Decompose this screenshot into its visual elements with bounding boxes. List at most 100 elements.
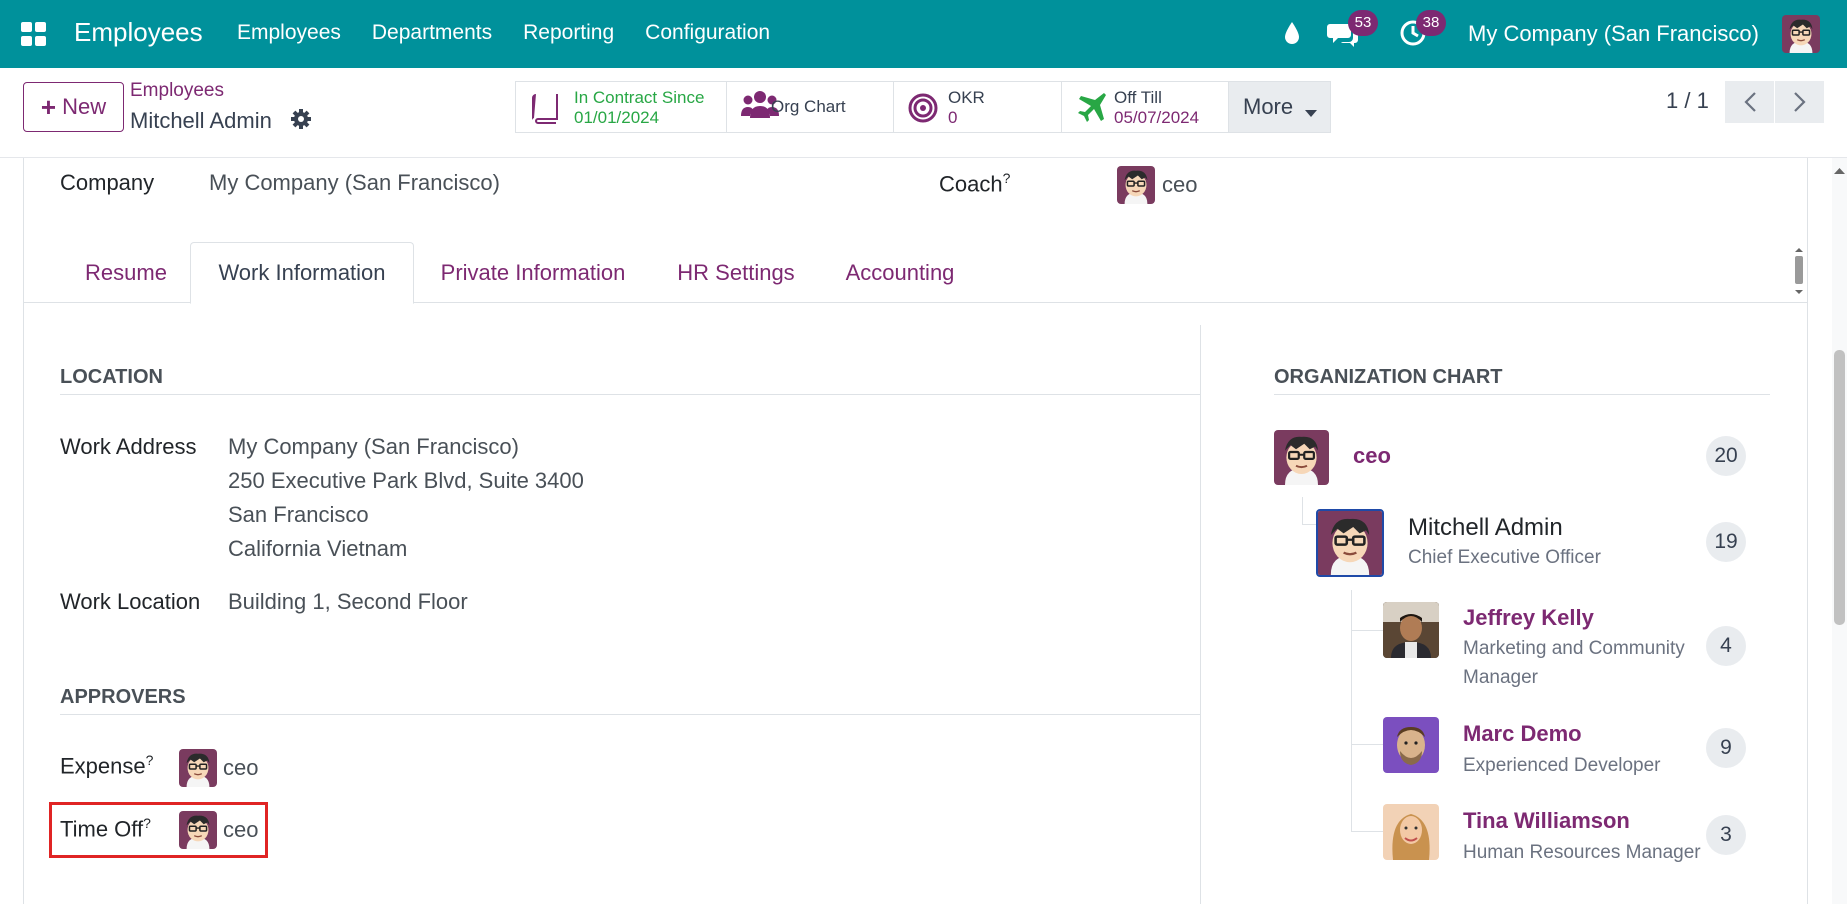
main-menu: Employees Departments Reporting Configur… — [237, 21, 770, 45]
company-field-value[interactable]: My Company (San Francisco) — [209, 170, 500, 196]
okr-value: 0 — [948, 108, 958, 127]
address-line-3: San Francisco — [228, 502, 369, 527]
gear-icon[interactable] — [290, 108, 312, 135]
plane-icon — [1076, 91, 1108, 128]
tree-line — [1302, 524, 1316, 525]
more-label: More — [1243, 94, 1294, 119]
self-job-title: Chief Executive Officer — [1408, 547, 1601, 568]
contract-label: In Contract Since — [574, 88, 705, 107]
address-line-1[interactable]: My Company (San Francisco) — [228, 434, 519, 460]
tab-private-information[interactable]: Private Information — [424, 242, 642, 303]
jeffrey-kelly-name[interactable]: Jeffrey Kelly — [1463, 605, 1594, 631]
okr-label: OKR — [948, 88, 985, 107]
tree-line — [1351, 590, 1352, 832]
manager-name[interactable]: ceo — [1353, 443, 1391, 469]
manager-avatar[interactable] — [1274, 430, 1329, 485]
chevron-left-icon — [1743, 92, 1756, 112]
work-location-value[interactable]: Building 1, Second Floor — [228, 589, 468, 615]
okr-smart-button[interactable]: OKR 0 — [893, 81, 1062, 133]
work-address-label: Work Address — [60, 434, 197, 459]
target-icon — [908, 93, 938, 128]
scroll-up-arrow-icon[interactable] — [1834, 162, 1845, 180]
tab-hr-settings[interactable]: HR Settings — [664, 242, 808, 303]
work-location-label: Work Location — [60, 589, 201, 614]
coach-avatar — [1117, 166, 1155, 204]
menu-configuration[interactable]: Configuration — [645, 21, 770, 45]
address-line-2: 250 Executive Park Blvd, Suite 3400 — [228, 468, 584, 493]
user-avatar[interactable] — [1782, 15, 1820, 53]
address-line-4: California Vietnam — [228, 536, 408, 561]
drop-icon[interactable] — [1283, 20, 1301, 51]
marc-demo-avatar[interactable] — [1383, 717, 1439, 773]
jeffrey-kelly-title-line1: Marketing and Community — [1463, 638, 1685, 659]
coach-field-value[interactable]: ceo — [1162, 172, 1197, 198]
more-dropdown-button[interactable]: More — [1228, 81, 1331, 133]
app-name[interactable]: Employees — [74, 17, 203, 48]
self-name: Mitchell Admin — [1408, 514, 1563, 541]
tab-accounting[interactable]: Accounting — [830, 242, 970, 303]
org-chart-smart-button[interactable]: Org Chart — [726, 81, 894, 133]
pager-previous-button[interactable] — [1725, 81, 1774, 123]
company-switcher[interactable]: My Company (San Francisco) — [1468, 21, 1759, 47]
location-divider — [60, 394, 1200, 395]
manager-subordinates-count[interactable]: 20 — [1706, 436, 1746, 476]
marc-demo-count[interactable]: 9 — [1706, 728, 1746, 768]
apps-menu-icon[interactable] — [21, 22, 46, 46]
expense-label-text: Expense — [60, 753, 146, 779]
org-chart-divider — [1274, 394, 1770, 395]
breadcrumb-current: Mitchell Admin — [130, 108, 272, 133]
expense-approver-avatar — [179, 749, 217, 787]
approvers-section-title: APPROVERS — [60, 686, 186, 708]
menu-departments[interactable]: Departments — [372, 21, 492, 45]
tree-line — [1302, 497, 1303, 525]
tabs-scrollbar[interactable] — [1793, 246, 1805, 296]
new-button-label: New — [62, 94, 107, 119]
tina-williamson-name[interactable]: Tina Williamson — [1463, 808, 1630, 834]
coach-label-text: Coach — [939, 171, 1003, 197]
jeffrey-kelly-title-line2: Manager — [1463, 667, 1538, 688]
highlight-box — [49, 802, 268, 858]
pager-value[interactable]: 1 / 1 — [1666, 88, 1709, 114]
tree-line — [1351, 630, 1383, 631]
tree-line — [1351, 744, 1383, 745]
menu-employees[interactable]: Employees — [237, 21, 341, 45]
jeffrey-kelly-avatar[interactable] — [1383, 602, 1439, 658]
approvers-divider — [60, 714, 1200, 715]
plus-icon: + — [40, 92, 57, 122]
marc-demo-name[interactable]: Marc Demo — [1463, 721, 1582, 747]
contract-smart-button[interactable]: In Contract Since 01/01/2024 — [515, 81, 727, 133]
location-section-title: LOCATION — [60, 366, 163, 388]
tab-resume[interactable]: Resume — [67, 242, 185, 303]
tab-work-information[interactable]: Work Information — [190, 242, 414, 304]
self-subordinates-count[interactable]: 19 — [1706, 522, 1746, 562]
self-avatar[interactable] — [1316, 509, 1384, 577]
coach-field-label: Coach? — [939, 170, 1010, 197]
book-icon — [530, 92, 560, 129]
top-navbar: Employees Employees Departments Reportin… — [0, 0, 1847, 68]
org-chart-label: Org Chart — [771, 97, 846, 116]
tree-line — [1351, 831, 1383, 832]
pager-next-button[interactable] — [1775, 81, 1824, 123]
org-chart-title: ORGANIZATION CHART — [1274, 366, 1503, 388]
help-mark[interactable]: ? — [146, 752, 154, 768]
tina-williamson-count[interactable]: 3 — [1706, 815, 1746, 855]
messages-count-badge: 53 — [1348, 10, 1378, 36]
time-off-smart-button[interactable]: Off Till 05/07/2024 — [1061, 81, 1229, 133]
help-mark[interactable]: ? — [1003, 170, 1011, 186]
contract-date: 01/01/2024 — [574, 108, 660, 127]
marc-demo-title: Experienced Developer — [1463, 755, 1661, 776]
breadcrumb-parent[interactable]: Employees — [130, 80, 224, 102]
tina-williamson-avatar[interactable] — [1383, 804, 1439, 860]
jeffrey-kelly-count[interactable]: 4 — [1706, 626, 1746, 666]
off-till-date: 05/07/2024 — [1114, 108, 1200, 127]
control-panel: + New Employees Mitchell Admin In Contrac… — [0, 68, 1847, 158]
new-button[interactable]: + New — [23, 82, 124, 132]
page-scrollbar-thumb[interactable] — [1834, 350, 1845, 625]
menu-reporting[interactable]: Reporting — [523, 21, 614, 45]
off-till-label: Off Till — [1114, 88, 1162, 107]
column-divider — [1200, 325, 1201, 904]
expense-approver-value[interactable]: ceo — [223, 755, 258, 781]
activities-count-badge: 38 — [1416, 10, 1446, 36]
expense-approver-label: Expense? — [60, 752, 153, 779]
tina-williamson-title: Human Resources Manager — [1463, 842, 1701, 863]
